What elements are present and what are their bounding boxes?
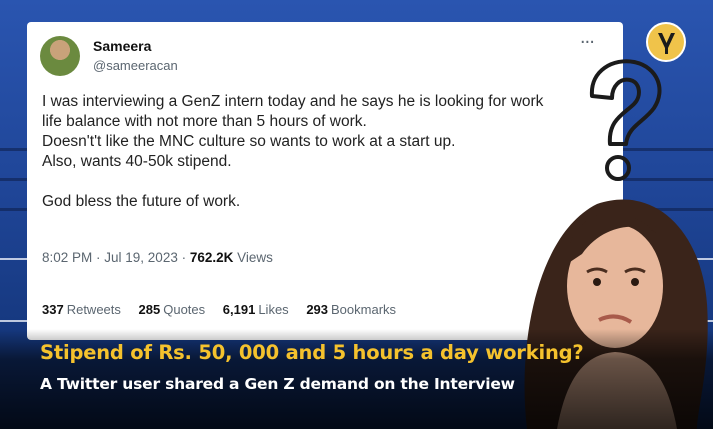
tweet-meta: 8:02 PM · Jul 19, 2023 · 762.2K Views bbox=[42, 250, 273, 265]
likes-label: Likes bbox=[258, 302, 289, 317]
brand-logo[interactable] bbox=[646, 22, 686, 62]
tweet-text-line: I was interviewing a GenZ intern today a… bbox=[42, 93, 544, 110]
tweet-text-line: life balance with not more than 5 hours … bbox=[42, 113, 367, 130]
likes-count: 6,191 bbox=[222, 302, 256, 317]
subheadline: A Twitter user shared a Gen Z demand on … bbox=[40, 375, 515, 393]
quotes-stat[interactable]: 285 Quotes bbox=[139, 302, 206, 317]
quotes-label: Quotes bbox=[163, 302, 206, 317]
retweets-count: 337 bbox=[42, 302, 64, 317]
avatar[interactable] bbox=[40, 36, 80, 76]
likes-stat[interactable]: 6,191 Likes bbox=[223, 302, 289, 317]
tweet-text-line: Doesn't't like the MNC culture so wants … bbox=[42, 133, 456, 150]
bookmarks-count: 293 bbox=[306, 302, 329, 317]
author-handle[interactable]: @sameeracan bbox=[93, 58, 178, 73]
tweet-stats: 337 Retweets 285 Quotes 6,191 Likes 293 Book… bbox=[42, 302, 410, 317]
more-options-icon[interactable]: ··· bbox=[580, 34, 595, 52]
tweet-text-line: Also, wants 40-50k stipend. bbox=[42, 153, 232, 170]
quotes-count: 285 bbox=[138, 302, 161, 317]
bookmarks-label: Bookmarks bbox=[331, 302, 397, 317]
author-name[interactable]: Sameera bbox=[93, 38, 151, 54]
views-count: 762.2K bbox=[189, 250, 234, 265]
brand-logo-icon bbox=[658, 33, 675, 54]
bookmarks-stat[interactable]: 293 Bookmarks bbox=[306, 302, 396, 317]
headline: Stipend of Rs. 50, 000 and 5 hours a day… bbox=[40, 341, 584, 364]
tweet-timestamp[interactable]: 8:02 PM · Jul 19, 2023 · bbox=[42, 250, 186, 265]
retweets-stat[interactable]: 337 Retweets bbox=[42, 302, 121, 317]
retweets-label: Retweets bbox=[66, 302, 121, 317]
views-label: Views bbox=[237, 250, 273, 265]
